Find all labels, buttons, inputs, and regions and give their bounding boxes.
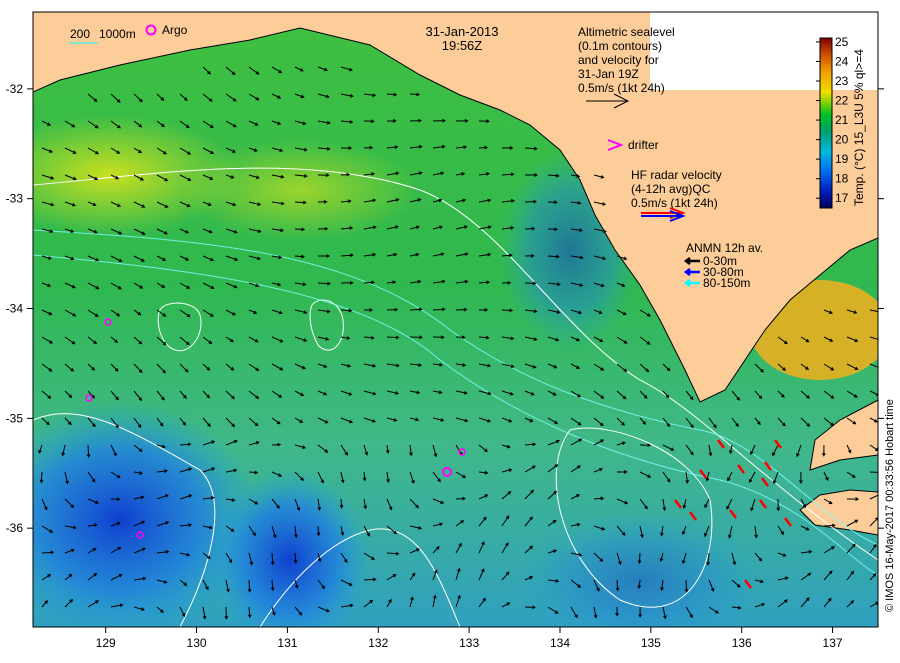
anmn-legend-label: 80-150m [703,276,750,290]
colorbar [819,37,833,209]
altimetry-legend-line: (0.1m contours) [578,39,662,53]
colorbar-tick-label: 19 [835,152,849,166]
colorbar-label: Temp. (°C) 15_L3U 5% ql>=4 [852,49,866,206]
colorbar-tick-label: 18 [835,172,849,186]
scale-label-200: 200 [70,27,90,41]
colorbar-tick-label: 25 [835,35,849,49]
hf-radar-legend: HF radar velocity(4-12h avg)QC0.5m/s (1k… [631,168,722,210]
credit-text: © IMOS 16-May-2017 00:33:56 Hobart time [884,399,896,612]
x-tick-label: 132 [368,636,388,650]
colorbar-tick-label: 24 [835,54,849,68]
x-tick-label: 133 [459,636,479,650]
sst-map: 129 130 131 132 133 134 135 136 137 -32 -33 -34 -35… [6,11,896,650]
altimetry-legend-line: 0.5m/s (1kt 24h) [578,81,665,95]
x-tick-label: 129 [96,636,116,650]
drifter-legend-label: drifter [628,138,659,152]
y-tick-label: -36 [6,521,24,535]
scale-label-1000m: 1000m [99,27,136,41]
colorbar-tick-label: 22 [835,94,849,108]
altimetry-legend-line: Altimetric sealevel [578,25,675,39]
altimetry-legend-line: and velocity for [578,53,659,67]
x-tick-label: 135 [641,636,661,650]
anmn-legend-title: ANMN 12h av. [686,241,763,255]
colorbar-tick-label: 23 [835,74,849,88]
colorbar-tick-label: 20 [835,133,849,147]
x-axis: 129 130 131 132 133 134 135 136 137 [96,627,843,650]
x-tick-label: 130 [187,636,207,650]
altimetry-legend-line: 31-Jan 19Z [578,67,639,81]
y-tick-label: -35 [6,411,24,425]
colorbar-tick-label: 17 [835,191,849,205]
x-tick-label: 136 [732,636,752,650]
map-date: 31-Jan-2013 [426,24,499,39]
map-time: 19:56Z [442,38,483,53]
colorbar-tick-label: 21 [835,113,849,127]
y-tick-label: -34 [6,302,24,316]
hf-radar-legend-line: 0.5m/s (1kt 24h) [631,196,718,210]
y-tick-label: -32 [6,82,24,96]
argo-legend-label: Argo [162,23,188,37]
x-tick-label: 137 [823,636,843,650]
sst-map-figure: 129 130 131 132 133 134 135 136 137 -32 -33 -34 -35… [0,0,900,660]
x-tick-label: 131 [277,636,297,650]
x-tick-label: 134 [550,636,570,650]
hf-radar-legend-line: (4-12h avg)QC [631,182,711,196]
y-tick-label: -33 [6,192,24,206]
hf-radar-legend-line: HF radar velocity [631,168,722,182]
